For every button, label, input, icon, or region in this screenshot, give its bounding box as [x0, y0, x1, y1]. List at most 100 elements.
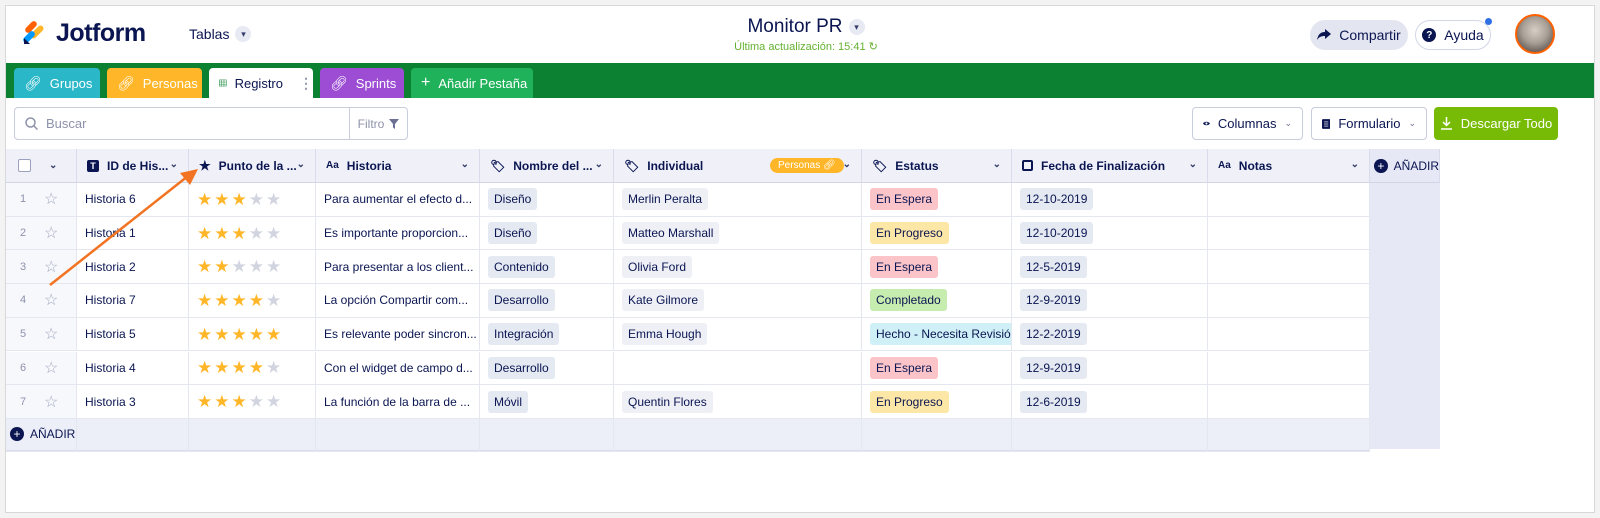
cell-fecha[interactable]: 12-9-2019	[1012, 351, 1208, 386]
kebab-menu-icon[interactable]: ⋮	[299, 75, 313, 92]
column-header-nombre[interactable]: 🏷︎ Nombre del ... ⌄	[480, 149, 614, 183]
favorite-star-icon[interactable]: ☆	[44, 189, 58, 209]
star-filled-icon[interactable]: ★	[232, 393, 247, 410]
columns-button[interactable]: Columnas ⌄	[1192, 107, 1303, 140]
cell-id[interactable]: Historia 1	[77, 216, 189, 251]
cell-estatus[interactable]: Hecho - Necesita Revisió	[862, 317, 1012, 352]
star-filled-icon[interactable]: ★	[197, 359, 212, 376]
cell-id[interactable]: Historia 2	[77, 250, 189, 285]
star-rating[interactable]: ★ ★ ★ ★ ★	[197, 326, 281, 343]
star-filled-icon[interactable]: ★	[249, 359, 264, 376]
download-all-button[interactable]: Descargar Todo	[1434, 107, 1558, 140]
cell-rating[interactable]: ★ ★ ★ ★ ★	[189, 317, 316, 352]
cell-individual[interactable]: Olivia Ford	[614, 250, 862, 285]
star-filled-icon[interactable]: ★	[197, 191, 212, 208]
cell-individual[interactable]: Quentin Flores	[614, 385, 862, 419]
star-rating[interactable]: ★ ★ ★ ★ ★	[197, 359, 281, 376]
favorite-star-icon[interactable]: ☆	[44, 290, 58, 310]
star-filled-icon[interactable]: ★	[232, 292, 247, 309]
cell-grupo[interactable]: Diseño	[480, 183, 614, 217]
cell-estatus[interactable]: En Espera	[862, 250, 1012, 285]
chevron-down-icon[interactable]: ⌄	[49, 160, 57, 171]
cell-grupo[interactable]: Integración	[480, 317, 614, 352]
user-avatar[interactable]	[1515, 14, 1555, 54]
star-filled-icon[interactable]: ★	[214, 393, 229, 410]
cell-estatus[interactable]: En Espera	[862, 183, 1012, 217]
star-empty-icon[interactable]: ★	[266, 258, 281, 275]
cell-rating[interactable]: ★ ★ ★ ★ ★	[189, 183, 316, 217]
help-button[interactable]: ? Ayuda	[1415, 18, 1492, 50]
cell-rating[interactable]: ★ ★ ★ ★ ★	[189, 284, 316, 318]
cell-fecha[interactable]: 12-5-2019	[1012, 250, 1208, 285]
favorite-star-icon[interactable]: ☆	[44, 392, 58, 412]
cell-historia[interactable]: La opción Compartir com...	[316, 284, 480, 318]
star-filled-icon[interactable]: ★	[197, 292, 212, 309]
cell-fecha[interactable]: 12-6-2019	[1012, 385, 1208, 419]
select-all-checkbox[interactable]	[18, 159, 31, 172]
form-button[interactable]: Formulario ⌄	[1311, 107, 1427, 140]
cell-historia[interactable]: Es importante proporcion...	[316, 216, 480, 251]
star-rating[interactable]: ★ ★ ★ ★ ★	[197, 292, 281, 309]
add-row-button[interactable]: + AÑADIR	[10, 427, 75, 441]
chevron-down-icon[interactable]: ⌄	[297, 159, 305, 170]
star-filled-icon[interactable]: ★	[214, 258, 229, 275]
cell-grupo[interactable]: Contenido	[480, 250, 614, 285]
cell-notas[interactable]	[1208, 250, 1370, 285]
favorite-star-icon[interactable]: ☆	[44, 223, 58, 243]
cell-estatus[interactable]: En Espera	[862, 351, 1012, 386]
cell-grupo[interactable]: Desarrollo	[480, 351, 614, 386]
share-button[interactable]: Compartir	[1310, 20, 1408, 50]
search-input[interactable]: Buscar	[46, 116, 349, 131]
chevron-down-icon[interactable]: ⌄	[595, 159, 603, 170]
star-filled-icon[interactable]: ★	[214, 292, 229, 309]
star-empty-icon[interactable]: ★	[266, 292, 281, 309]
cell-fecha[interactable]: 12-2-2019	[1012, 317, 1208, 352]
star-rating[interactable]: ★ ★ ★ ★ ★	[197, 191, 281, 208]
cell-notas[interactable]	[1208, 216, 1370, 251]
column-header-historia[interactable]: Aa Historia ⌄	[316, 149, 480, 183]
cell-fecha[interactable]: 12-10-2019	[1012, 216, 1208, 251]
cell-rating[interactable]: ★ ★ ★ ★ ★	[189, 385, 316, 419]
star-rating[interactable]: ★ ★ ★ ★ ★	[197, 225, 281, 242]
chevron-down-icon[interactable]: ⌄	[993, 159, 1001, 170]
favorite-star-icon[interactable]: ☆	[44, 257, 58, 277]
cell-individual[interactable]: Emma Hough	[614, 317, 862, 352]
cell-historia[interactable]: Es relevante poder sincron...	[316, 317, 480, 352]
cell-notas[interactable]	[1208, 351, 1370, 386]
star-empty-icon[interactable]: ★	[232, 258, 247, 275]
star-filled-icon[interactable]: ★	[197, 326, 212, 343]
cell-id[interactable]: Historia 5	[77, 317, 189, 352]
star-filled-icon[interactable]: ★	[232, 326, 247, 343]
star-filled-icon[interactable]: ★	[197, 258, 212, 275]
add-tab-button[interactable]: + Añadir Pestaña	[411, 68, 533, 98]
column-header-estatus[interactable]: 🏷︎ Estatus ⌄	[862, 149, 1012, 183]
cell-notas[interactable]	[1208, 385, 1370, 419]
chevron-down-icon[interactable]: ⌄	[1351, 159, 1359, 170]
star-filled-icon[interactable]: ★	[232, 359, 247, 376]
tab-personas[interactable]: 🔗︎ Personas	[107, 68, 202, 98]
cell-notas[interactable]	[1208, 183, 1370, 217]
linked-table-badge[interactable]: Personas 🔗︎	[770, 158, 844, 173]
column-header-rating[interactable]: ★ Punto de la ... ⌄	[189, 149, 316, 183]
star-filled-icon[interactable]: ★	[214, 326, 229, 343]
cell-fecha[interactable]: 12-10-2019	[1012, 183, 1208, 217]
filter-button[interactable]: Filtro	[349, 108, 407, 139]
favorite-star-icon[interactable]: ☆	[44, 358, 58, 378]
star-filled-icon[interactable]: ★	[249, 292, 264, 309]
cell-historia[interactable]: Con el widget de campo d...	[316, 351, 480, 386]
cell-estatus[interactable]: En Progreso	[862, 216, 1012, 251]
column-header-individual[interactable]: 🏷︎ Individual Personas 🔗︎ ⌄	[614, 149, 862, 183]
cell-rating[interactable]: ★ ★ ★ ★ ★	[189, 351, 316, 386]
star-empty-icon[interactable]: ★	[266, 359, 281, 376]
cell-id[interactable]: Historia 3	[77, 385, 189, 419]
column-header-id[interactable]: T ID de His... ⌄	[77, 149, 189, 183]
cell-estatus[interactable]: Completado	[862, 284, 1012, 318]
star-empty-icon[interactable]: ★	[266, 191, 281, 208]
cell-individual[interactable]: Matteo Marshall	[614, 216, 862, 251]
star-filled-icon[interactable]: ★	[214, 359, 229, 376]
cell-notas[interactable]	[1208, 284, 1370, 318]
cell-id[interactable]: Historia 7	[77, 284, 189, 318]
star-filled-icon[interactable]: ★	[214, 225, 229, 242]
tab-registro[interactable]: Registro ⋮	[209, 68, 313, 98]
cell-notas[interactable]	[1208, 317, 1370, 352]
